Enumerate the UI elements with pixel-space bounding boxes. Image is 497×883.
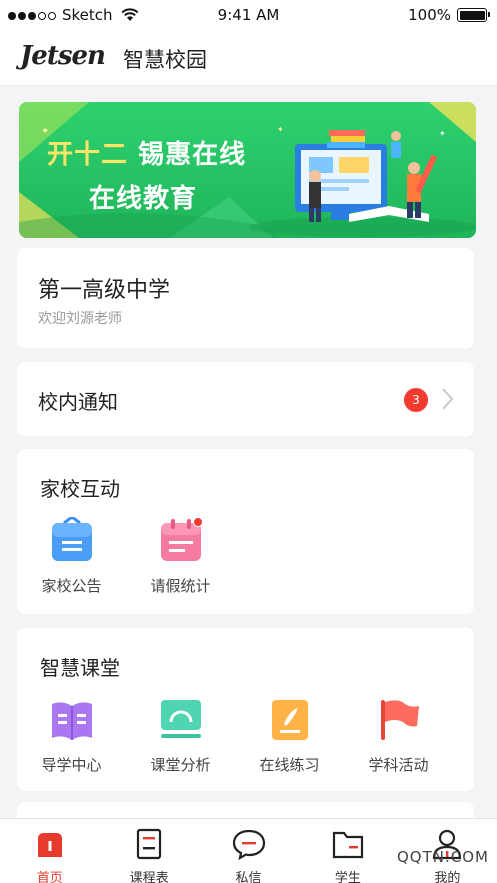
tab-messages[interactable]: 私信 [199,819,298,883]
banner-headline-text: 锡惠在线 [138,140,247,170]
learning-guide-center[interactable]: 导学中心 [17,696,126,775]
online-practice[interactable]: 在线练习 [235,696,344,775]
folder-icon [332,831,364,859]
school-notice-row[interactable]: 校内通知 3 [17,362,474,436]
chevron-right-icon [442,388,454,410]
subject-activities[interactable]: 学科活动 [344,696,453,775]
battery-icon [457,8,490,22]
tab-home[interactable]: 首页 [0,819,99,883]
notice-title: 校内通知 [38,390,118,414]
school-card[interactable]: 第一高级中学 欢迎刘源老师 [17,248,474,348]
banner-headline-highlight: 开十二 [47,140,129,170]
section-title: 智慧课堂 [40,656,120,680]
site-watermark: QQTN.COM [397,848,489,866]
svg-text:✦: ✦ [277,125,284,134]
smart-classroom-section: 智慧课堂 导学中心 课堂分析 在线练习 学科活动 [17,628,474,791]
item-label: 学科活动 [368,756,429,774]
home-school-section: 家校互动 家校公告 请假统计 [17,449,474,614]
tab-label: 私信 [235,871,262,883]
classroom-analysis[interactable]: 课堂分析 [126,696,235,775]
welcome-text: 欢迎刘源老师 [38,311,122,327]
tab-students[interactable]: 学生 [298,819,397,883]
message-icon [232,829,265,861]
book-icon [48,696,96,744]
item-label: 在线练习 [259,756,320,774]
item-label: 课堂分析 [150,756,211,774]
jetsen-logo: Jetsen [20,41,106,71]
tab-label: 首页 [36,871,63,883]
banner-subheadline: 在线教育 [89,184,198,214]
banner-headline: 开十二 锡惠在线 [47,134,246,171]
unread-count-badge: 3 [404,388,428,412]
school-name: 第一高级中学 [38,278,171,303]
home-school-announcement[interactable]: 家校公告 [17,515,126,596]
leave-statistics[interactable]: 请假统计 [126,517,235,596]
app-header: Jetsen 智慧校园 [0,30,497,86]
item-label: 请假统计 [150,577,211,595]
calendar-icon [157,517,205,565]
item-label: 家校公告 [41,577,102,595]
tab-label: 我的 [434,871,461,883]
tab-label: 学生 [334,871,361,883]
page-title: 智慧校园 [123,48,207,72]
promo-banner[interactable]: ✦ ✦ ✦ 开十二 锡惠在线 在线教育 [19,102,476,238]
announcement-icon [48,515,96,565]
tab-schedule[interactable]: 课程表 [99,819,198,883]
item-label: 导学中心 [41,756,102,774]
monitor-icon [157,696,205,744]
status-bar: Sketch 9:41 AM 100% [0,0,497,30]
tab-label: 课程表 [129,871,169,883]
practice-icon [266,696,314,744]
home-icon [37,833,62,857]
notification-dot [192,517,203,527]
svg-text:✦: ✦ [439,129,446,138]
schedule-icon [137,828,162,860]
flag-icon [375,696,423,744]
battery-percent: 100% [408,6,451,24]
section-title: 家校互动 [40,477,120,501]
